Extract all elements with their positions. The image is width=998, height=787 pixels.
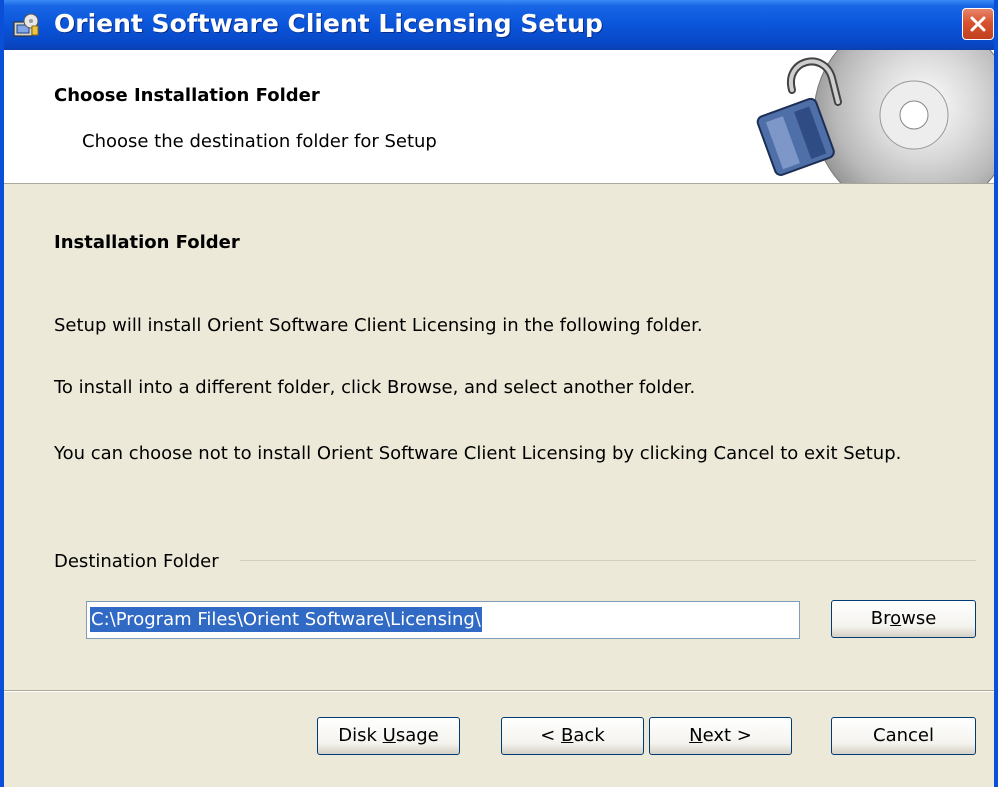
destination-group-label: Destination Folder: [54, 551, 227, 572]
info-text-3: You can choose not to install Orient Sof…: [54, 443, 902, 464]
destination-path-input[interactable]: C:\Program Files\Orient Software\Licensi…: [86, 601, 800, 639]
cd-padlock-icon: [756, 50, 994, 183]
destination-path-value: C:\Program Files\Orient Software\Licensi…: [90, 607, 482, 632]
info-text-1: Setup will install Orient Software Clien…: [54, 315, 703, 336]
group-divider: [240, 560, 976, 561]
title-bar[interactable]: Orient Software Client Licensing Setup: [4, 0, 994, 50]
close-icon: [970, 16, 986, 32]
header-banner: Choose Installation Folder Choose the de…: [4, 50, 994, 184]
cancel-button[interactable]: Cancel: [831, 717, 976, 755]
setup-window: Orient Software Client Licensing Setup C…: [0, 0, 998, 787]
browse-button[interactable]: Browse: [831, 600, 976, 638]
close-button[interactable]: [962, 8, 994, 40]
banner-title: Choose Installation Folder: [54, 85, 320, 106]
back-button[interactable]: < Back: [501, 717, 644, 755]
installer-icon: [13, 13, 39, 37]
footer-divider: [4, 690, 994, 692]
window-title: Orient Software Client Licensing Setup: [54, 9, 603, 38]
info-text-2: To install into a different folder, clic…: [54, 377, 696, 398]
banner-subtitle: Choose the destination folder for Setup: [82, 131, 437, 152]
next-button[interactable]: Next >: [649, 717, 792, 755]
disk-usage-button[interactable]: Disk Usage: [317, 717, 460, 755]
section-heading: Installation Folder: [54, 232, 240, 253]
